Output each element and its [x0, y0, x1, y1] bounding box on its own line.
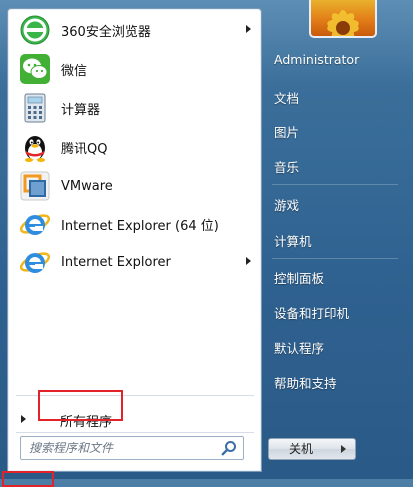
start-menu: 360安全浏览器 微信 计算器 腾讯QQ VMware Internet Exp…	[0, 0, 413, 487]
program-qq[interactable]: 腾讯QQ	[15, 129, 261, 165]
help-support-link[interactable]: 帮助和支持	[274, 373, 337, 392]
program-internet-explorer-64[interactable]: Internet Explorer (64 位)	[15, 206, 261, 242]
shutdown-options-button[interactable]	[333, 438, 356, 460]
program-label: 腾讯QQ	[61, 141, 108, 157]
360-browser-icon	[19, 14, 51, 46]
program-label: Internet Explorer (64 位)	[61, 218, 219, 234]
program-label: VMware	[61, 178, 113, 194]
program-internet-explorer[interactable]: Internet Explorer	[15, 244, 261, 280]
program-label: 微信	[61, 63, 88, 79]
user-name-link[interactable]: Administrator	[274, 52, 359, 67]
chevron-right-icon	[341, 445, 346, 453]
devices-printers-link[interactable]: 设备和打印机	[274, 303, 349, 322]
submenu-arrow-icon[interactable]	[246, 257, 251, 265]
search-box[interactable]	[20, 436, 244, 460]
submenu-arrow-icon[interactable]	[246, 25, 251, 33]
start-button-highlight	[2, 471, 54, 487]
internet-explorer-icon	[19, 246, 51, 278]
default-programs-link[interactable]: 默认程序	[274, 338, 324, 357]
program-label: 360安全浏览器	[61, 24, 151, 40]
divider	[272, 258, 398, 259]
highlight-box	[38, 390, 123, 421]
shutdown-button[interactable]: 关机	[268, 438, 334, 460]
music-link[interactable]: 音乐	[274, 157, 299, 176]
program-wechat[interactable]: 微信	[15, 51, 261, 87]
vmware-icon	[19, 170, 51, 202]
computer-link[interactable]: 计算机	[274, 231, 312, 250]
program-label: 计算器	[61, 102, 101, 118]
search-input[interactable]	[27, 437, 221, 459]
program-label: Internet Explorer	[61, 254, 171, 270]
calculator-icon	[19, 92, 51, 124]
user-avatar[interactable]	[309, 0, 377, 38]
control-panel-link[interactable]: 控制面板	[274, 268, 324, 287]
documents-link[interactable]: 文档	[274, 88, 299, 107]
divider	[16, 432, 254, 433]
divider	[272, 184, 398, 185]
internet-explorer-icon	[19, 208, 51, 240]
games-link[interactable]: 游戏	[274, 195, 299, 214]
program-360-browser[interactable]: 360安全浏览器	[15, 12, 261, 48]
program-calculator[interactable]: 计算器	[15, 90, 261, 126]
expand-arrow-icon	[21, 415, 26, 423]
program-vmware[interactable]: VMware	[15, 168, 261, 204]
search-icon[interactable]	[221, 440, 237, 456]
pictures-link[interactable]: 图片	[274, 122, 299, 141]
qq-penguin-icon	[19, 131, 51, 163]
wechat-icon	[19, 53, 51, 85]
